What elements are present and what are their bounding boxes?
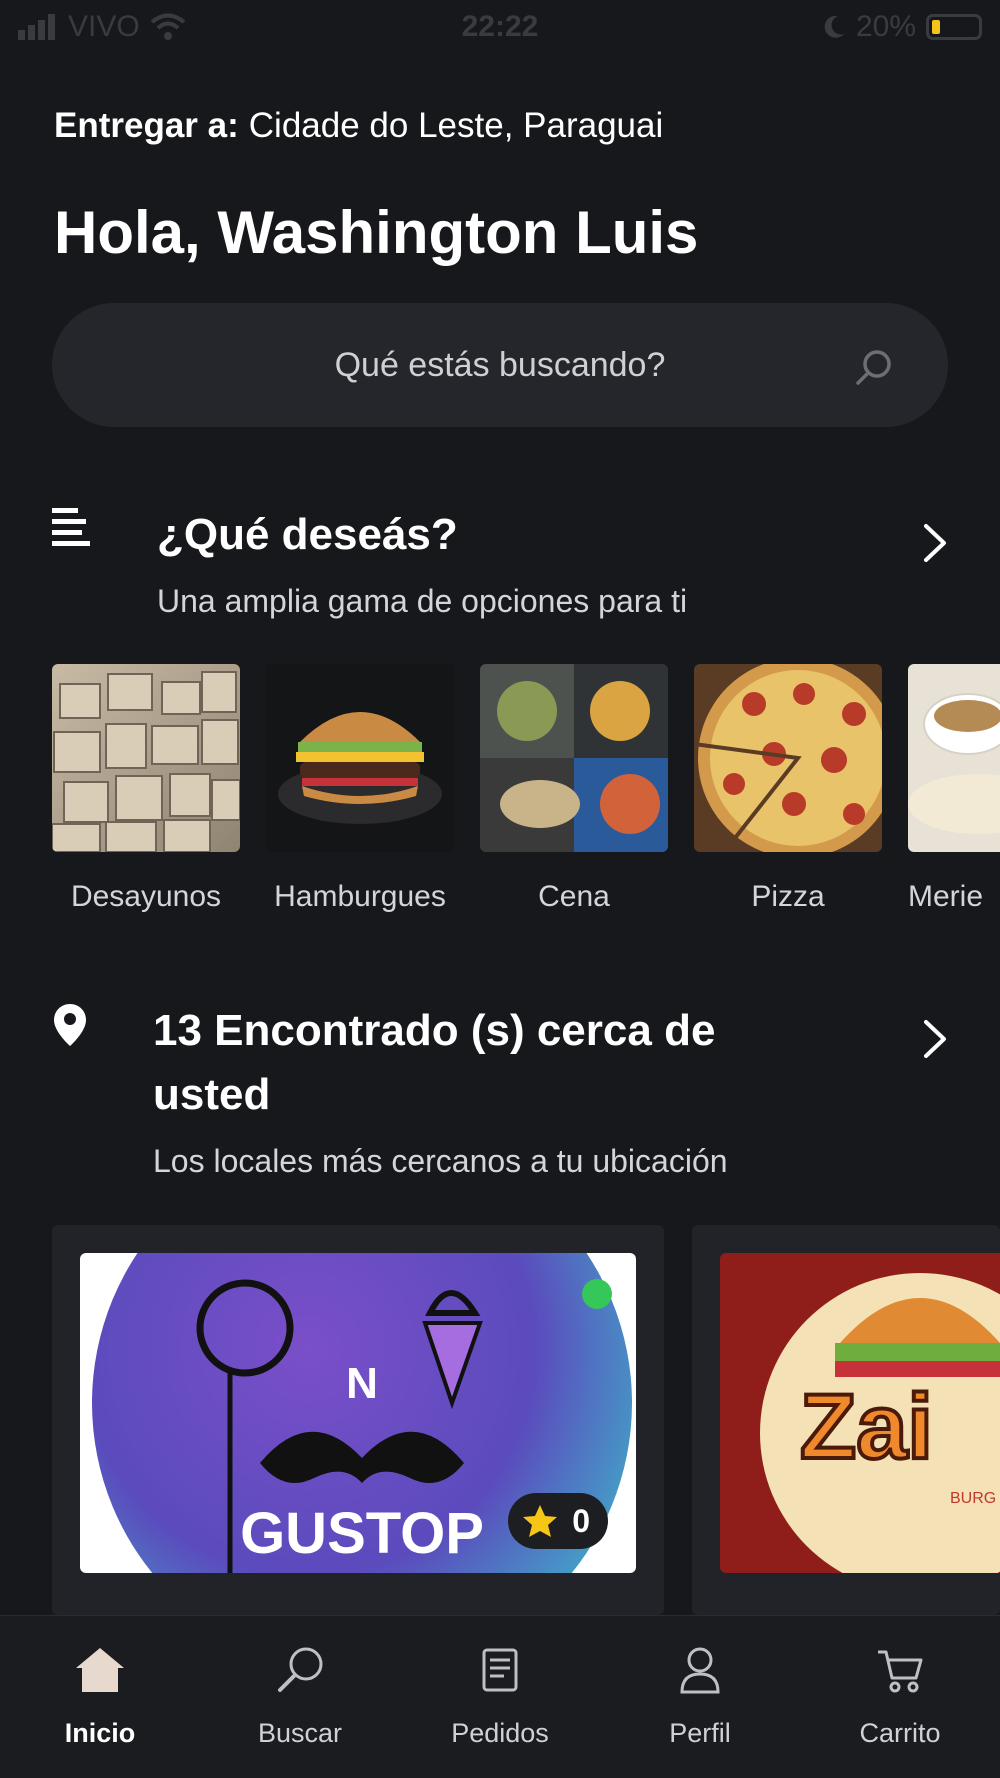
category-desayunos[interactable]: Desayunos	[52, 664, 240, 914]
location-pin-icon	[54, 1004, 86, 1046]
chevron-right-icon[interactable]	[920, 522, 950, 564]
category-label: Pizza	[751, 880, 825, 913]
home-icon	[76, 1648, 124, 1692]
app-screen: VIVO 22:22 20% Entregar a: Cidade do Lest…	[0, 0, 1000, 1778]
store-card[interactable]: Zai BURG & PIZ	[692, 1225, 1000, 1615]
category-label: Hamburgues	[274, 880, 446, 913]
category-hamburguesas[interactable]: Hamburgues	[266, 664, 454, 914]
category-label: Desayunos	[70, 880, 222, 913]
status-right: 20%	[822, 10, 982, 44]
search-icon	[278, 1647, 323, 1692]
nav-carrito[interactable]: Carrito	[800, 1616, 1000, 1778]
cart-icon	[878, 1650, 923, 1693]
nav-label: Pedidos	[451, 1718, 549, 1748]
battery-icon	[926, 14, 982, 40]
status-bar: VIVO 22:22 20%	[0, 0, 1000, 56]
store-logo-text: GUSTOP	[240, 1501, 484, 1566]
online-status-dot	[582, 1279, 612, 1309]
store-logo-text: Zai	[800, 1376, 933, 1478]
deliver-location: Cidade do Leste, Paraguai	[248, 106, 664, 145]
user-icon	[680, 1647, 720, 1694]
nav-buscar[interactable]: Buscar	[200, 1616, 400, 1778]
category-image	[908, 664, 1000, 852]
chevron-right-icon[interactable]	[920, 1018, 950, 1060]
svg-text:N: N	[346, 1359, 378, 1408]
bottom-nav: Inicio Buscar Pedidos Perfil Carrito	[0, 1615, 1000, 1778]
category-image	[266, 664, 454, 852]
nearby-title-line1: 13 Encontrado (s) cerca de	[153, 1006, 716, 1055]
store-logo-sub: BURG & PIZ	[950, 1490, 1000, 1507]
moon-icon	[824, 15, 844, 38]
categories-title: ¿Qué deseás?	[157, 510, 458, 559]
nearby-title-line2: usted	[153, 1070, 271, 1119]
nav-inicio[interactable]: Inicio	[0, 1616, 200, 1778]
category-label: Cena	[538, 880, 610, 913]
nav-label: Buscar	[257, 1718, 343, 1748]
category-pizza[interactable]: Pizza	[694, 664, 882, 914]
receipt-icon	[482, 1648, 518, 1692]
category-image	[480, 664, 668, 852]
nav-label: Perfil	[669, 1718, 731, 1748]
battery-percent: 20%	[855, 10, 916, 43]
star-icon	[523, 1505, 558, 1537]
rating-badge: 0	[508, 1493, 608, 1549]
category-label: Merie	[908, 880, 984, 913]
categories-subtitle: Una amplia gama de opciones para ti	[157, 583, 688, 619]
category-image	[694, 664, 882, 852]
search-bar[interactable]	[52, 303, 948, 427]
delivery-location[interactable]: Entregar a: Cidade do Leste, Paraguai	[54, 106, 663, 146]
rating-value: 0	[572, 1502, 590, 1539]
deliver-label: Entregar a:	[54, 106, 239, 145]
nav-pedidos[interactable]: Pedidos	[400, 1616, 600, 1778]
category-meriendas[interactable]: Merie	[908, 664, 1000, 914]
category-image	[52, 664, 240, 852]
nav-label: Carrito	[859, 1718, 941, 1748]
store-logo: Zai BURG & PIZ	[720, 1253, 1000, 1573]
category-cena[interactable]: Cena	[480, 664, 668, 914]
greeting-title: Hola, Washington Luis	[54, 199, 699, 266]
nearby-subtitle: Los locales más cercanos a tu ubicación	[153, 1143, 728, 1179]
list-icon	[52, 508, 90, 546]
search-icon[interactable]	[854, 347, 894, 387]
nav-label: Inicio	[64, 1718, 136, 1748]
search-input[interactable]	[52, 303, 948, 427]
store-card[interactable]: N GUSTOP 0	[52, 1225, 664, 1615]
nav-perfil[interactable]: Perfil	[600, 1616, 800, 1778]
